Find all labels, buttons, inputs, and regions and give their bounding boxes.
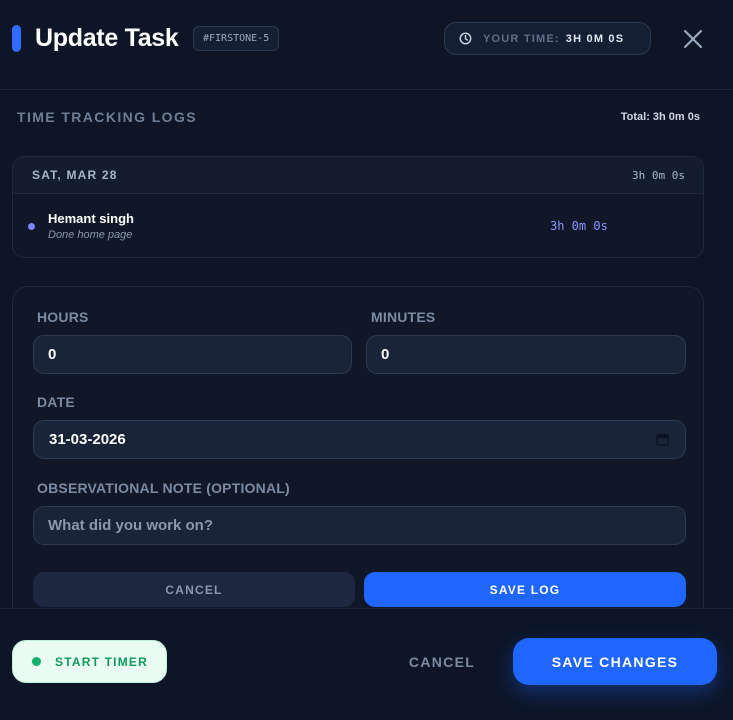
logs-section-title: TIME TRACKING LOGS [17,109,197,125]
log-entry: Hemant singh Done home page 3h 0m 0s [13,194,703,257]
minutes-label: MINUTES [371,309,436,325]
hours-label: HOURS [37,309,89,325]
log-entry-note: Done home page [48,229,133,241]
cancel-button[interactable]: CANCEL [396,647,488,677]
log-date: SAT, MAR 28 [32,168,118,182]
log-day-header: SAT, MAR 28 3h 0m 0s [13,157,703,194]
date-value: 31-03-2026 [49,431,126,448]
date-input[interactable]: 31-03-2026 [33,420,686,459]
modal-footer: START TIMER CANCEL SAVE CHANGES [0,608,733,720]
modal-header: Update Task #FIRSTONE-5 YOUR TIME: 3H 0M… [0,0,733,90]
date-label: DATE [37,394,75,410]
close-icon [683,29,703,49]
log-entry-duration: 3h 0m 0s [550,219,608,233]
log-entry-user: Hemant singh [48,211,134,226]
cancel-log-button[interactable]: CANCEL [33,572,355,607]
start-timer-label: START TIMER [55,654,148,669]
log-day-card: SAT, MAR 28 3h 0m 0s Hemant singh Done h… [12,156,704,258]
log-day-total: 3h 0m 0s [632,168,685,182]
log-entry-dot [28,223,35,230]
save-log-button[interactable]: SAVE LOG [364,572,686,607]
your-time-badge: YOUR TIME: 3H 0M 0S [444,22,651,55]
calendar-icon[interactable] [656,433,669,446]
minutes-input[interactable] [366,335,686,374]
start-timer-button[interactable]: START TIMER [12,640,167,683]
timer-status-dot [32,657,41,666]
your-time-label: YOUR TIME: [483,32,560,45]
clock-icon [459,32,472,45]
task-code-badge: #FIRSTONE-5 [193,26,280,51]
modal-title: Update Task [35,24,179,52]
hours-input[interactable] [33,335,352,374]
log-time-form: HOURS MINUTES DATE 31-03-2026 OBSERVATIO… [12,286,704,626]
logs-total: Total: 3h 0m 0s [620,111,700,123]
title-accent-bar [12,25,21,52]
close-button[interactable] [680,26,706,52]
your-time-value: 3H 0M 0S [565,32,625,45]
update-task-modal: Update Task #FIRSTONE-5 YOUR TIME: 3H 0M… [0,0,733,720]
note-input[interactable] [33,506,686,545]
save-changes-button[interactable]: SAVE CHANGES [513,638,717,685]
note-label: OBSERVATIONAL NOTE (OPTIONAL) [37,480,290,496]
